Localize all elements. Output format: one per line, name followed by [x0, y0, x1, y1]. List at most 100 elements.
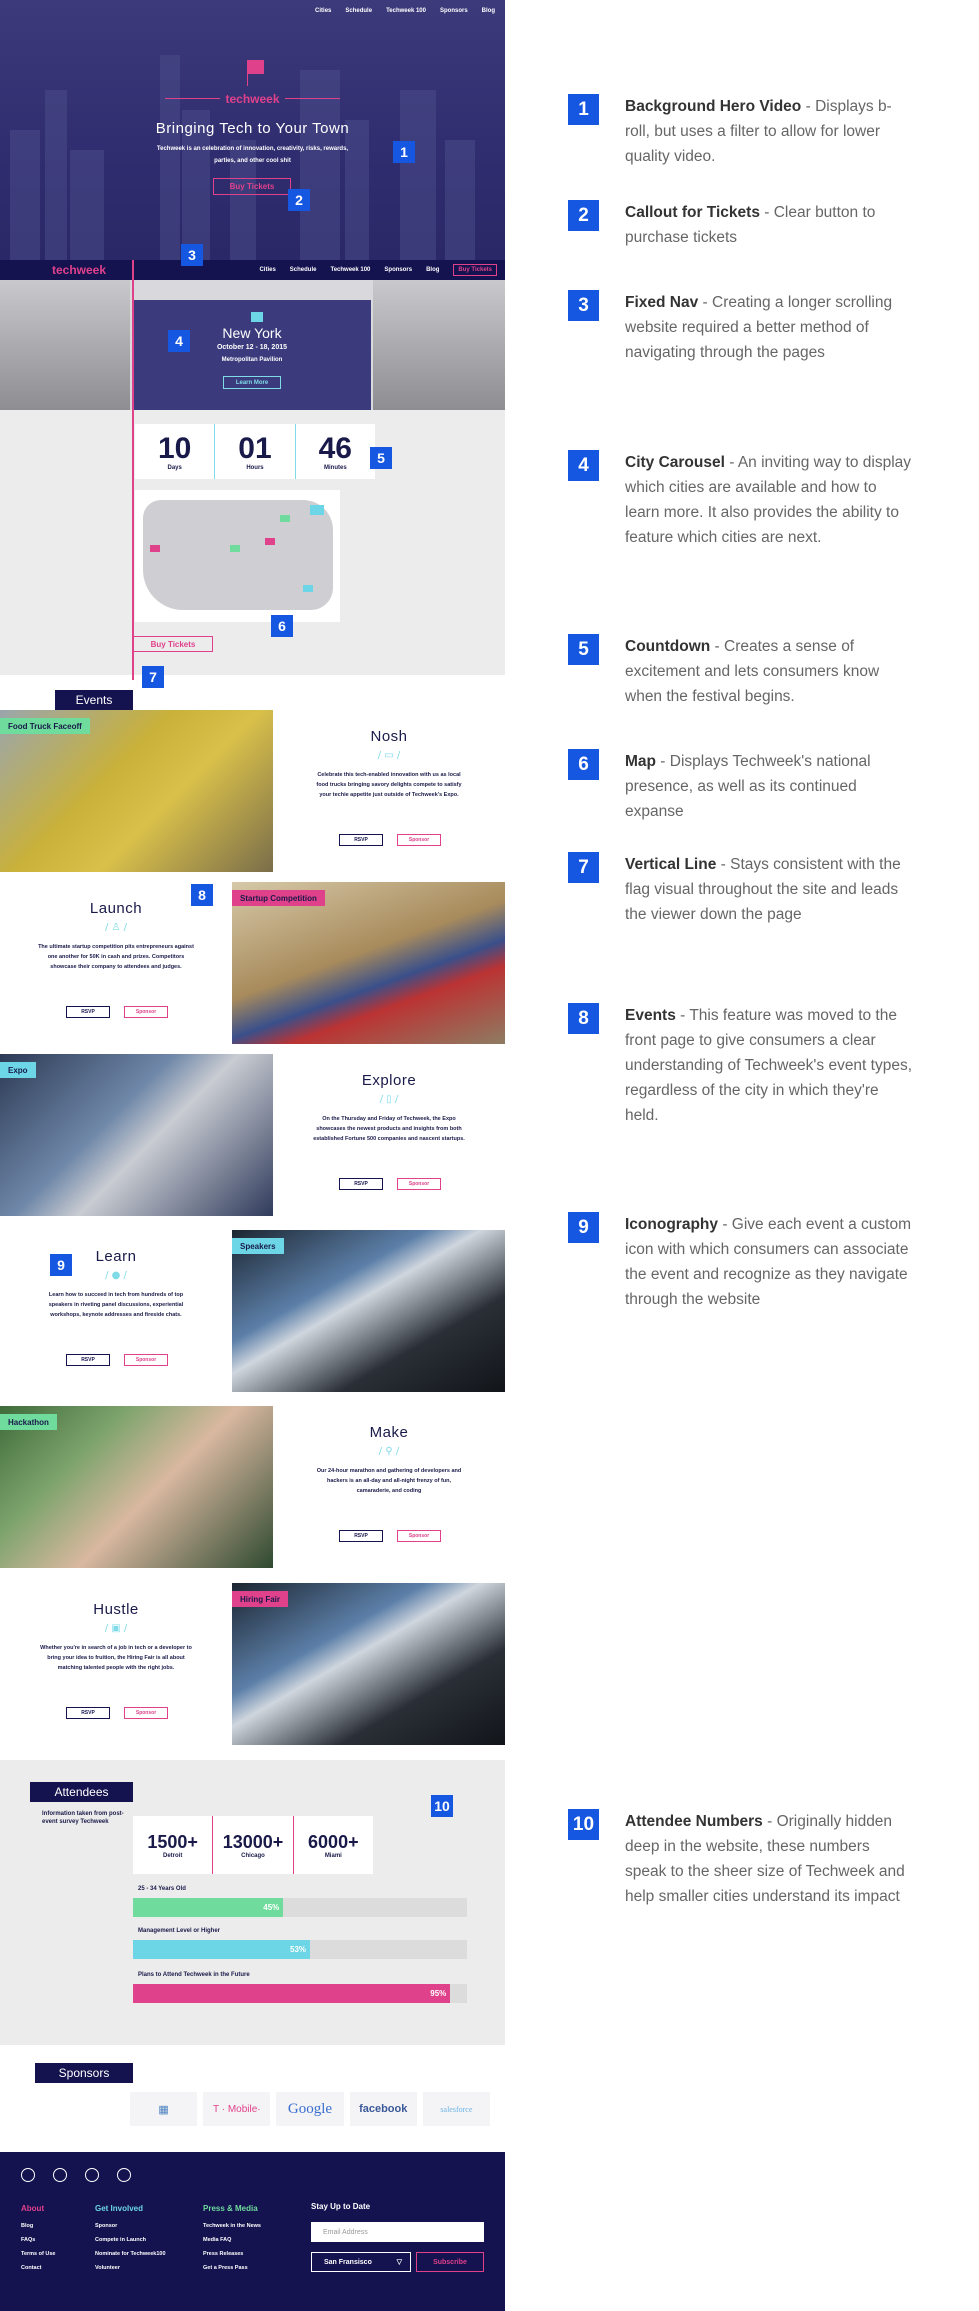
annotation-number: 5	[568, 634, 599, 665]
annotation-number: 1	[568, 94, 599, 125]
bar-track: 45%	[133, 1898, 467, 1917]
attendee-numbers: 1500+ Detroit 13000+ Chicago 6000+ Miami	[133, 1816, 373, 1874]
nav-techweek100[interactable]: Techweek 100	[386, 8, 426, 14]
map-buy-tickets-button[interactable]: Buy Tickets	[133, 636, 213, 652]
event-learn: Learn / ● / Learn how to succeed in tech…	[0, 1230, 505, 1392]
event-tag: Startup Competition	[232, 890, 325, 906]
event-info: Launch / ♙ / The ultimate startup compet…	[0, 882, 232, 1044]
footer-link[interactable]: Blog	[21, 2223, 55, 2229]
rsvp-button[interactable]: RSVP	[66, 1354, 110, 1366]
sponsor-logo[interactable]: T · Mobile·	[203, 2092, 271, 2126]
lightbulb-icon: / ● /	[105, 1270, 127, 1281]
fixed-nav-cities[interactable]: Cities	[259, 267, 275, 273]
fixed-nav-sponsors[interactable]: Sponsors	[384, 267, 412, 273]
rsvp-button[interactable]: RSVP	[339, 1178, 383, 1190]
event-info: Hustle / ▣ / Whether you're in search of…	[0, 1583, 232, 1745]
sponsor-button[interactable]: Sponsor	[397, 1178, 441, 1190]
briefcase-icon: / ▣ /	[104, 1623, 128, 1634]
footer-link[interactable]: Techweek in the News	[203, 2223, 261, 2229]
annotation-title: Fixed Nav	[625, 294, 699, 311]
fixed-nav-buy-tickets-button[interactable]: Buy Tickets	[453, 264, 497, 276]
sponsor-logo[interactable]: salesforce	[422, 2092, 491, 2126]
footer-heading: Press & Media	[203, 2204, 258, 2213]
nav-cities[interactable]: Cities	[315, 8, 331, 14]
city-select[interactable]: San Fransisco ▽	[311, 2252, 411, 2272]
fixed-nav-techweek100[interactable]: Techweek 100	[330, 267, 370, 273]
event-name: Make	[369, 1424, 409, 1441]
nav-sponsors[interactable]: Sponsors	[440, 8, 468, 14]
bar-fill: 45%	[133, 1898, 284, 1917]
carousel-active-city: New York October 12 - 18, 2015 Metropoli…	[133, 300, 371, 410]
email-field[interactable]: Email Address	[311, 2222, 484, 2242]
footer-link[interactable]: FAQs	[21, 2237, 55, 2243]
fixed-nav-schedule[interactable]: Schedule	[290, 267, 317, 273]
footer-link[interactable]: Compete in Launch	[95, 2237, 166, 2243]
footer-link[interactable]: Press Releases	[203, 2251, 261, 2257]
fixed-nav-blog[interactable]: Blog	[426, 267, 439, 273]
annotation-title: Iconography	[625, 1216, 719, 1233]
social-icon[interactable]	[53, 2168, 67, 2182]
map-flag-icon[interactable]	[265, 538, 275, 545]
footer-heading: Get Involved	[95, 2204, 144, 2213]
sponsor-button[interactable]: Sponsor	[124, 1707, 168, 1719]
fixed-nav-logo[interactable]: techweek	[52, 263, 106, 277]
event-hustle: Hustle / ▣ / Whether you're in search of…	[0, 1583, 505, 1745]
footer-link[interactable]: Contact	[21, 2265, 55, 2271]
nav-blog[interactable]: Blog	[482, 8, 495, 14]
rsvp-button[interactable]: RSVP	[66, 1707, 110, 1719]
footer-link[interactable]: Sponsor	[95, 2223, 166, 2229]
map-flag-icon[interactable]	[280, 515, 290, 522]
social-icon[interactable]	[85, 2168, 99, 2182]
phone-icon: / ▯ /	[379, 1094, 399, 1105]
sponsor-logo[interactable]: Google	[276, 2092, 344, 2126]
footer-link[interactable]: Get a Press Pass	[203, 2265, 261, 2271]
subscribe-button[interactable]: Subscribe	[416, 2252, 484, 2272]
sponsor-logo[interactable]: facebook	[349, 2092, 417, 2126]
event-photo: Hiring Fair	[232, 1583, 505, 1745]
hero-video: Cities Schedule Techweek 100 Sponsors Bl…	[0, 0, 505, 260]
map-flag-icon[interactable]	[230, 545, 240, 552]
event-name: Hustle	[93, 1601, 139, 1618]
carousel-prev-city-photo[interactable]	[0, 280, 130, 410]
learn-more-button[interactable]: Learn More	[223, 376, 281, 389]
bar-track: 53%	[133, 1940, 467, 1959]
event-description: Celebrate this tech-enabled innovation w…	[316, 772, 462, 798]
map-flag-icon[interactable]	[310, 505, 324, 515]
event-photo: Food Truck Faceoff	[0, 710, 273, 872]
sponsor-button[interactable]: Sponsor	[124, 1354, 168, 1366]
footer-link[interactable]: Volunteer	[95, 2265, 166, 2271]
footer-link[interactable]: Nominate for Techweek100	[95, 2251, 166, 2257]
map-flag-icon[interactable]	[303, 585, 313, 592]
hero-logo: techweek	[225, 92, 280, 106]
countdown-days-label: Days	[167, 464, 182, 471]
rsvp-button[interactable]: RSVP	[339, 834, 383, 846]
sponsor-logo[interactable]: ▦	[130, 2092, 198, 2126]
sponsor-button[interactable]: Sponsor	[397, 1530, 441, 1542]
rsvp-button[interactable]: RSVP	[66, 1006, 110, 1018]
countdown-minutes: 46	[318, 431, 352, 465]
sponsor-logos: ▦ T · Mobile· Google facebook salesforce	[130, 2092, 491, 2132]
website-mockup: Cities Schedule Techweek 100 Sponsors Bl…	[0, 0, 505, 2311]
sponsor-button[interactable]: Sponsor	[124, 1006, 168, 1018]
rocket-icon: / ♙ /	[104, 922, 128, 933]
annotation-body: Displays Techweek's national presence, a…	[625, 753, 871, 820]
event-launch: Launch / ♙ / The ultimate startup compet…	[0, 882, 505, 1044]
footer-column-get-involved: Get Involved Sponsor Compete in Launch N…	[95, 2204, 166, 2279]
map-flag-icon[interactable]	[150, 545, 160, 552]
event-photo: Speakers	[232, 1230, 505, 1392]
event-description: Our 24-hour marathon and gathering of de…	[316, 1468, 462, 1494]
social-icon[interactable]	[21, 2168, 35, 2182]
sponsor-button[interactable]: Sponsor	[397, 834, 441, 846]
event-photo: Expo	[0, 1054, 273, 1216]
nav-schedule[interactable]: Schedule	[345, 8, 372, 14]
social-icon[interactable]	[117, 2168, 131, 2182]
footer-link[interactable]: Terms of Use	[21, 2251, 55, 2257]
rsvp-button[interactable]: RSVP	[339, 1530, 383, 1542]
bar-fill: 53%	[133, 1940, 311, 1959]
carousel-next-city-photo[interactable]	[373, 280, 505, 410]
bar-label: Plans to Attend Techweek in the Future	[138, 1972, 250, 1978]
events-heading: Events	[55, 690, 133, 710]
footer-link[interactable]: Media FAQ	[203, 2237, 261, 2243]
hero-buy-tickets-button[interactable]: Buy Tickets	[213, 178, 291, 195]
attendee-count: 13000+	[222, 1831, 284, 1852]
